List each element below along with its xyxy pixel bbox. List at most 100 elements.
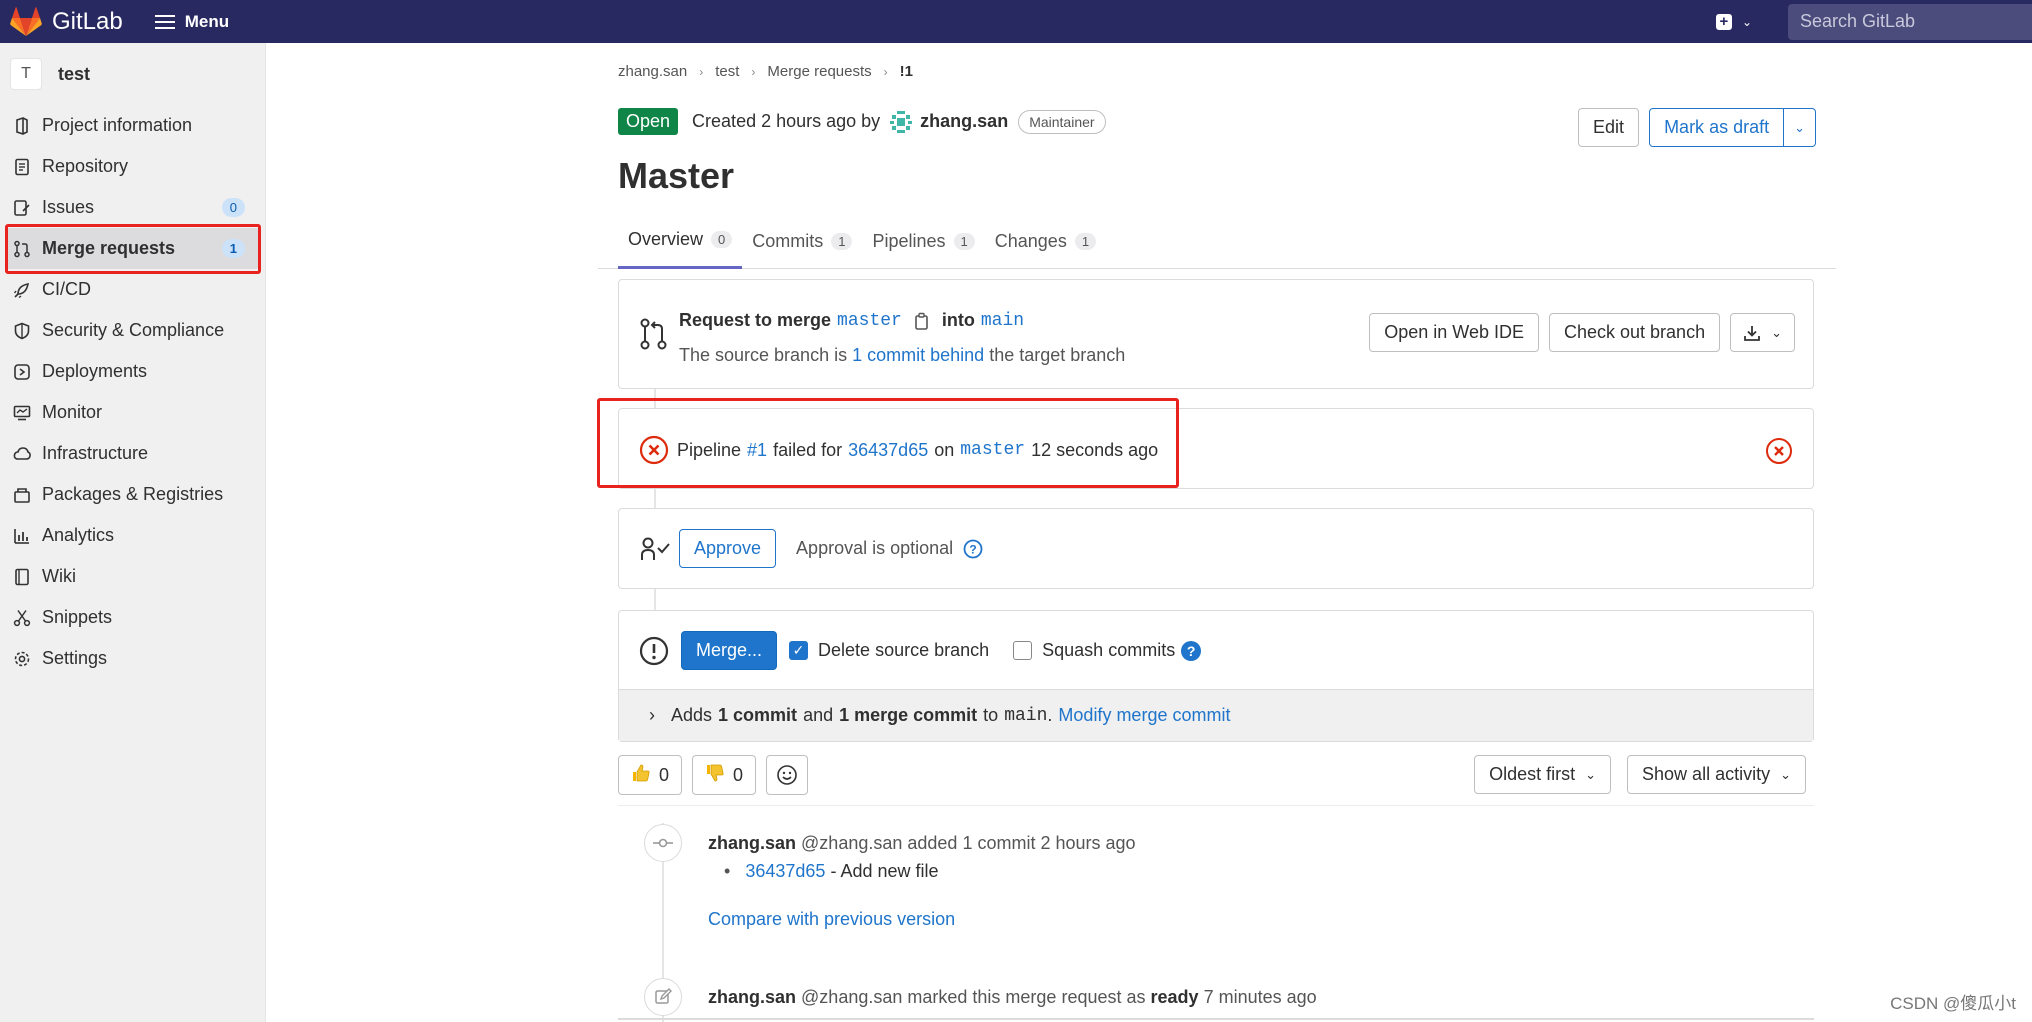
edit-button[interactable]: Edit bbox=[1578, 108, 1640, 147]
tab-count: 1 bbox=[953, 232, 975, 250]
page-title: Master bbox=[618, 155, 735, 196]
event-author[interactable]: zhang.san bbox=[708, 987, 796, 1007]
sidebar-item-monitor[interactable]: Monitor bbox=[0, 392, 265, 433]
help-icon[interactable]: ? bbox=[1181, 640, 1202, 661]
check-out-branch-button[interactable]: Check out branch bbox=[1549, 313, 1721, 352]
plus-square-icon: + bbox=[1715, 13, 1732, 30]
sidebar-item-snippets[interactable]: Snippets bbox=[0, 597, 265, 638]
merge-request-icon bbox=[640, 318, 667, 350]
add-reaction-button[interactable] bbox=[766, 755, 809, 795]
author-link[interactable]: zhang.san bbox=[920, 111, 1008, 132]
delete-branch-checkbox[interactable]: ✓ bbox=[789, 641, 809, 660]
sidebar-item-security[interactable]: Security & Compliance bbox=[0, 310, 265, 351]
event-author[interactable]: zhang.san bbox=[708, 833, 796, 853]
breadcrumb-item[interactable]: Merge requests bbox=[767, 63, 871, 80]
pipeline-status-icon[interactable] bbox=[1765, 437, 1793, 465]
open-web-ide-button[interactable]: Open in Web IDE bbox=[1369, 313, 1539, 352]
breadcrumb-item[interactable]: test bbox=[715, 63, 739, 80]
copy-branch-icon[interactable] bbox=[914, 312, 930, 330]
widget-connector bbox=[654, 489, 656, 508]
rocket-icon bbox=[12, 280, 32, 300]
tab-pipelines[interactable]: Pipelines 1 bbox=[862, 213, 984, 269]
sidebar-item-label: Issues bbox=[42, 197, 95, 217]
sidebar-item-label: Deployments bbox=[42, 361, 148, 381]
gear-icon bbox=[12, 649, 32, 669]
chevron-down-icon: ⌄ bbox=[1741, 14, 1752, 29]
source-branch-link[interactable]: master bbox=[837, 311, 902, 331]
adds-merge-commit: 1 merge commit bbox=[839, 705, 978, 725]
award-emoji-bar: 0 0 bbox=[618, 755, 809, 795]
merge-button[interactable]: Merge... bbox=[681, 631, 778, 670]
thumbs-down-icon bbox=[705, 763, 725, 788]
sidebar-item-wiki[interactable]: Wiki bbox=[0, 556, 265, 597]
tab-label: Overview bbox=[628, 229, 704, 249]
merge-commit-details[interactable]: › Adds 1 commit and 1 merge commit to ma… bbox=[619, 689, 1813, 741]
adds-to: to bbox=[983, 705, 999, 725]
role-badge: Maintainer bbox=[1018, 109, 1106, 134]
sidebar-item-label: Analytics bbox=[42, 525, 115, 545]
sidebar-item-settings[interactable]: Settings bbox=[0, 638, 265, 679]
help-icon[interactable]: ? bbox=[963, 539, 983, 559]
sort-order-dropdown[interactable]: Oldest first ⌄ bbox=[1474, 755, 1612, 794]
sidebar-item-label: CI/CD bbox=[42, 279, 91, 299]
sidebar-project[interactable]: T test bbox=[0, 43, 265, 105]
thumbs-up-icon bbox=[631, 763, 651, 788]
modify-merge-commit-link[interactable]: Modify merge commit bbox=[1058, 705, 1230, 726]
tab-commits[interactable]: Commits 1 bbox=[742, 213, 862, 269]
approve-button[interactable]: Approve bbox=[679, 529, 777, 568]
book-icon bbox=[12, 567, 32, 587]
infrastructure-icon bbox=[12, 444, 32, 464]
tab-label: Commits bbox=[752, 230, 824, 251]
commits-behind-link[interactable]: 1 commit behind bbox=[852, 345, 984, 365]
activity-filter-dropdown[interactable]: Show all activity ⌄ bbox=[1627, 755, 1806, 794]
timeline-event: zhang.san @zhang.san added 1 commit 2 ho… bbox=[708, 833, 1136, 854]
sidebar-item-analytics[interactable]: Analytics bbox=[0, 515, 265, 556]
menu-button[interactable]: Menu bbox=[154, 11, 229, 33]
sidebar-item-project-information[interactable]: Project information bbox=[0, 105, 265, 146]
request-to-merge-label: Request to merge bbox=[679, 310, 832, 330]
sidebar-item-label: Packages & Registries bbox=[42, 484, 224, 504]
commit-icon bbox=[644, 824, 682, 862]
shield-icon bbox=[12, 321, 32, 341]
breadcrumb-current[interactable]: !1 bbox=[900, 63, 913, 80]
sidebar-item-infrastructure[interactable]: Infrastructure bbox=[0, 433, 265, 474]
adds-target-branch: main bbox=[1004, 705, 1048, 726]
event-handle[interactable]: @zhang.san bbox=[801, 987, 902, 1007]
tab-overview[interactable]: Overview 0 bbox=[618, 213, 743, 269]
sidebar-item-cicd[interactable]: CI/CD bbox=[0, 269, 265, 310]
squash-commits-checkbox[interactable] bbox=[1013, 641, 1033, 660]
target-branch-link[interactable]: main bbox=[981, 311, 1024, 331]
search-input[interactable]: Search GitLab bbox=[1788, 3, 2032, 40]
sidebar-item-label: Infrastructure bbox=[42, 443, 149, 463]
gitlab-logo[interactable]: GitLab bbox=[10, 6, 123, 37]
merge-widget: Merge... ✓ Delete source branch Squash c… bbox=[618, 610, 1814, 742]
sidebar-item-repository[interactable]: Repository bbox=[0, 146, 265, 187]
download-dropdown[interactable]: ⌄ bbox=[1730, 313, 1795, 352]
thumbs-up-count: 0 bbox=[659, 764, 670, 785]
tab-changes[interactable]: Changes 1 bbox=[985, 213, 1106, 269]
mark-as-draft-button[interactable]: Mark as draft bbox=[1649, 108, 1785, 147]
tab-label: Pipelines bbox=[872, 230, 946, 251]
thumbs-down-button[interactable]: 0 bbox=[692, 755, 757, 795]
new-dropdown-button[interactable]: + ⌄ bbox=[1715, 13, 1752, 30]
smiley-icon bbox=[777, 765, 797, 785]
issues-icon bbox=[12, 198, 32, 218]
download-icon bbox=[1744, 325, 1760, 341]
breadcrumb-item[interactable]: zhang.san bbox=[618, 63, 687, 80]
user-avatar-icon[interactable] bbox=[888, 108, 915, 135]
sidebar-item-issues[interactable]: Issues 0 bbox=[0, 187, 265, 228]
chevron-right-icon[interactable]: › bbox=[649, 705, 655, 726]
more-actions-dropdown[interactable]: ⌄ bbox=[1784, 108, 1816, 147]
thumbs-up-button[interactable]: 0 bbox=[618, 755, 683, 795]
delete-branch-label[interactable]: Delete source branch bbox=[818, 640, 989, 661]
tab-count: 1 bbox=[1074, 232, 1097, 250]
brand-name: GitLab bbox=[52, 7, 123, 35]
divider bbox=[618, 1018, 1814, 1020]
approvers-icon bbox=[641, 537, 670, 560]
squash-commits-label[interactable]: Squash commits bbox=[1042, 640, 1175, 661]
sidebar-item-deployments[interactable]: Deployments bbox=[0, 351, 265, 392]
sidebar-item-packages[interactable]: Packages & Registries bbox=[0, 474, 265, 515]
event-handle[interactable]: @zhang.san bbox=[801, 833, 902, 853]
commit-sha-link[interactable]: 36437d65 bbox=[745, 861, 825, 881]
compare-previous-version-link[interactable]: Compare with previous version bbox=[708, 909, 955, 929]
